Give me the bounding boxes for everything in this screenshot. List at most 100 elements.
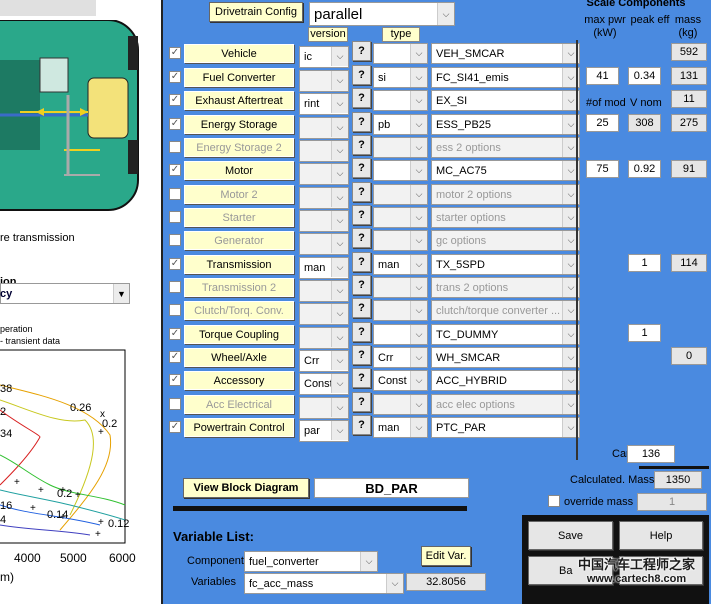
help-question-button[interactable]: ? <box>352 322 371 342</box>
type-select[interactable]: ⌵ <box>373 160 428 181</box>
component-button[interactable]: Motor <box>184 161 294 180</box>
model-select[interactable]: EX_SI ⌵ <box>431 90 580 111</box>
max-pwr-input[interactable]: 41 <box>586 67 619 85</box>
component-button[interactable]: Powertrain Control <box>184 418 294 437</box>
component-button[interactable]: Energy Storage 2 <box>184 138 294 157</box>
version-select[interactable]: ⌵ <box>299 327 349 349</box>
component-button[interactable]: Clutch/Torq. Conv. <box>184 301 294 320</box>
version-select[interactable]: ⌵ <box>299 210 349 232</box>
component-checkbox[interactable] <box>169 141 181 153</box>
help-question-button[interactable]: ? <box>352 65 371 85</box>
component-checkbox[interactable] <box>169 398 181 410</box>
model-select[interactable]: clutch/torque converter ... ⌵ <box>431 300 580 321</box>
save-button[interactable]: Save <box>528 521 613 550</box>
peak-eff-input[interactable]: 0.92 <box>628 160 661 178</box>
help-question-button[interactable]: ? <box>352 182 371 202</box>
override-mass-input[interactable]: 1 <box>637 493 707 511</box>
component-button[interactable]: Wheel/Axle <box>184 348 294 367</box>
drivetrain-select[interactable]: parallel ⌵ <box>309 2 455 26</box>
type-select[interactable]: ⌵ <box>373 394 428 415</box>
type-select[interactable]: ⌵ <box>373 207 428 228</box>
type-select[interactable]: ⌵ <box>373 324 428 345</box>
version-select[interactable]: ⌵ <box>299 187 349 209</box>
variables-select[interactable]: fc_acc_mass ⌵ <box>244 573 404 594</box>
help-question-button[interactable]: ? <box>352 112 371 132</box>
model-select[interactable]: ACC_HYBRID ⌵ <box>431 370 580 391</box>
component-button[interactable]: Transmission <box>184 255 294 274</box>
component-button[interactable]: Torque Coupling <box>184 325 294 344</box>
model-select[interactable]: motor 2 options ⌵ <box>431 184 580 205</box>
component-button[interactable]: Fuel Converter <box>184 68 294 87</box>
component-checkbox[interactable]: ✓ <box>169 421 181 433</box>
component-button[interactable]: Generator <box>184 231 294 250</box>
model-select[interactable]: FC_SI41_emis ⌵ <box>431 67 580 88</box>
type-select[interactable]: ⌵ <box>373 277 428 298</box>
component-button[interactable]: Starter <box>184 208 294 227</box>
model-select[interactable]: gc options ⌵ <box>431 230 580 251</box>
component-checkbox[interactable]: ✓ <box>169 47 181 59</box>
type-select[interactable]: ⌵ <box>373 137 428 158</box>
version-select[interactable]: Const ⌵ <box>299 373 349 395</box>
model-select[interactable]: acc elec options ⌵ <box>431 394 580 415</box>
model-select[interactable]: TX_5SPD ⌵ <box>431 254 580 275</box>
type-select[interactable]: Const ⌵ <box>373 370 428 391</box>
component-button[interactable]: Acc Electrical <box>184 395 294 414</box>
section-select[interactable] <box>0 283 130 304</box>
component-checkbox[interactable]: ✓ <box>169 328 181 340</box>
component-checkbox[interactable]: ✓ <box>169 164 181 176</box>
version-select[interactable]: ⌵ <box>299 117 349 139</box>
component-checkbox[interactable] <box>169 234 181 246</box>
model-select[interactable]: MC_AC75 ⌵ <box>431 160 580 181</box>
version-select[interactable]: ⌵ <box>299 397 349 419</box>
component-checkbox[interactable] <box>169 304 181 316</box>
type-select[interactable]: ⌵ <box>373 90 428 111</box>
model-select[interactable]: VEH_SMCAR ⌵ <box>431 43 580 64</box>
version-select[interactable]: par ⌵ <box>299 420 349 442</box>
view-block-diagram-button[interactable]: View Block Diagram <box>183 478 309 498</box>
help-question-button[interactable]: ? <box>352 345 371 365</box>
component-button[interactable]: Accessory <box>184 371 294 390</box>
help-question-button[interactable]: ? <box>352 158 371 178</box>
component-checkbox[interactable]: ✓ <box>169 71 181 83</box>
version-select[interactable]: ⌵ <box>299 70 349 92</box>
type-select[interactable]: ⌵ <box>373 230 428 251</box>
component-checkbox[interactable]: ✓ <box>169 118 181 130</box>
type-select[interactable]: ⌵ <box>373 300 428 321</box>
component-checkbox[interactable]: ✓ <box>169 351 181 363</box>
version-select[interactable]: ⌵ <box>299 233 349 255</box>
section-select-caret[interactable]: ▼ <box>113 284 129 303</box>
type-select[interactable]: Crr ⌵ <box>373 347 428 368</box>
version-select[interactable]: man ⌵ <box>299 257 349 279</box>
type-select[interactable]: pb ⌵ <box>373 114 428 135</box>
peak-eff-input[interactable]: 1 <box>628 254 661 272</box>
model-select[interactable]: starter options ⌵ <box>431 207 580 228</box>
help-question-button[interactable]: ? <box>352 205 371 225</box>
component-button[interactable]: Transmission 2 <box>184 278 294 297</box>
component-checkbox[interactable] <box>169 211 181 223</box>
help-question-button[interactable]: ? <box>352 368 371 388</box>
version-select[interactable]: ⌵ <box>299 303 349 325</box>
drivetrain-config-button[interactable]: Drivetrain Config <box>209 2 303 22</box>
help-question-button[interactable]: ? <box>352 135 371 155</box>
model-select[interactable]: TC_DUMMY ⌵ <box>431 324 580 345</box>
component-checkbox[interactable] <box>169 188 181 200</box>
help-question-button[interactable]: ? <box>352 298 371 318</box>
component-checkbox[interactable]: ✓ <box>169 374 181 386</box>
type-select[interactable]: ⌵ <box>373 43 428 64</box>
help-question-button[interactable]: ? <box>352 252 371 272</box>
version-select[interactable]: Crr ⌵ <box>299 350 349 372</box>
component-checkbox[interactable] <box>169 281 181 293</box>
version-select[interactable]: ic ⌵ <box>299 46 349 68</box>
help-button[interactable]: Help <box>619 521 703 550</box>
component-button[interactable]: Energy Storage <box>184 115 294 134</box>
version-select[interactable]: ⌵ <box>299 163 349 185</box>
model-select[interactable]: trans 2 options ⌵ <box>431 277 580 298</box>
help-question-button[interactable]: ? <box>352 275 371 295</box>
edit-var-button[interactable]: Edit Var. <box>421 546 471 566</box>
model-select[interactable]: ess 2 options ⌵ <box>431 137 580 158</box>
type-select[interactable]: ⌵ <box>373 184 428 205</box>
type-select[interactable]: si ⌵ <box>373 67 428 88</box>
help-question-button[interactable]: ? <box>352 88 371 108</box>
component-checkbox[interactable]: ✓ <box>169 94 181 106</box>
max-pwr-input[interactable]: 75 <box>586 160 619 178</box>
